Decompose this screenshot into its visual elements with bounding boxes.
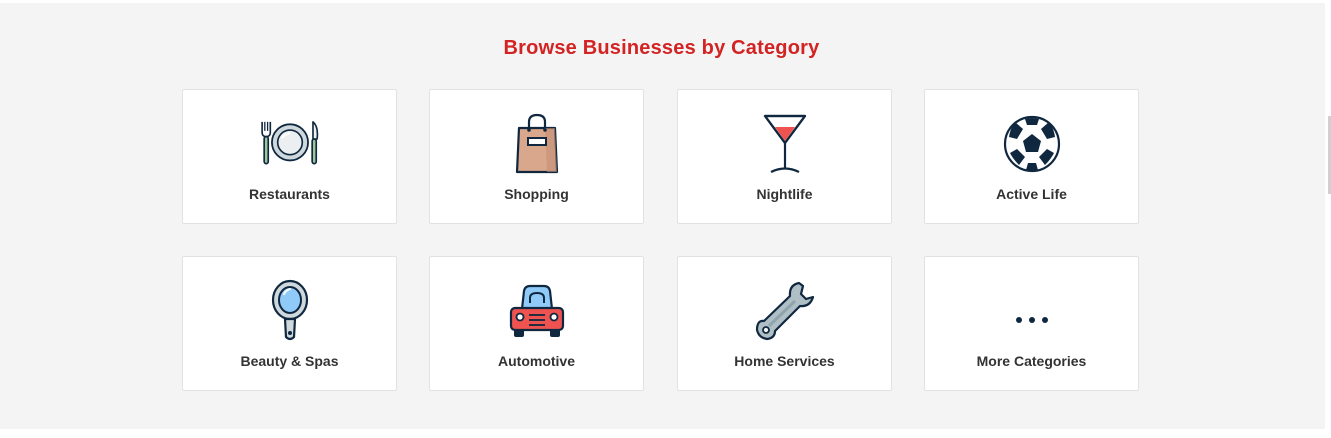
category-card-home-services[interactable]: Home Services <box>677 256 892 391</box>
shopping-bag-icon <box>505 112 569 176</box>
cocktail-glass-icon <box>753 112 817 176</box>
wrench-icon <box>753 279 817 343</box>
category-card-nightlife[interactable]: Nightlife <box>677 89 892 224</box>
category-card-beauty-spas[interactable]: Beauty & Spas <box>182 256 397 391</box>
category-label: Nightlife <box>756 186 813 202</box>
more-dots-icon <box>1000 279 1064 343</box>
category-label: Beauty & Spas <box>240 353 339 369</box>
section-title: Browse Businesses by Category <box>503 37 820 59</box>
soccer-ball-icon <box>1000 112 1064 176</box>
category-label: Restaurants <box>249 186 330 202</box>
category-label: Home Services <box>734 353 835 369</box>
category-label: More Categories <box>976 353 1087 369</box>
category-card-restaurants[interactable]: Restaurants <box>182 89 397 224</box>
category-card-shopping[interactable]: Shopping <box>429 89 644 224</box>
category-card-more[interactable]: More Categories <box>924 256 1139 391</box>
category-grid: Restaurants Shopping Nightlife Active Li… <box>182 89 1142 393</box>
page-edge <box>1325 3 1331 429</box>
plate-fork-knife-icon <box>258 112 322 176</box>
category-card-active-life[interactable]: Active Life <box>924 89 1139 224</box>
car-icon <box>505 279 569 343</box>
hand-mirror-icon <box>258 279 322 343</box>
category-card-automotive[interactable]: Automotive <box>429 256 644 391</box>
category-label: Active Life <box>996 186 1067 202</box>
category-label: Automotive <box>498 353 575 369</box>
category-label: Shopping <box>504 186 569 202</box>
